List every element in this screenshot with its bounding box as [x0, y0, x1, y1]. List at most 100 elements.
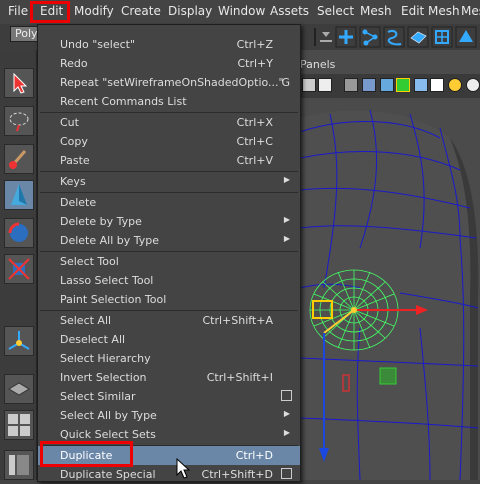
menu-modify[interactable]: Modify [74, 4, 114, 18]
menu-item-label: Delete by Type [60, 215, 142, 228]
viewport-panels-menu[interactable]: Panels [300, 58, 335, 71]
menu-item-shortcut: Ctrl+C [236, 135, 273, 148]
layout-four-icon[interactable] [4, 410, 34, 440]
manipulator-tool[interactable] [4, 326, 34, 356]
menu-item-shortcut: Ctrl+Y [237, 57, 273, 70]
status-line-icons [314, 26, 477, 48]
submenu-arrow-icon: ▶ [283, 428, 290, 437]
smooth-shade-icon[interactable] [380, 78, 394, 92]
submenu-arrow-icon: ▶ [283, 215, 290, 224]
scale-tool[interactable] [4, 254, 34, 284]
menu-item-invert-selection[interactable]: Invert Selection Ctrl+Shift+I [38, 368, 300, 387]
move-tool[interactable] [4, 180, 34, 210]
option-box-icon[interactable] [281, 390, 292, 401]
menu-display[interactable]: Display [168, 4, 212, 18]
menu-item-deselect-all[interactable]: Deselect All [38, 330, 300, 349]
layout-outliner-icon[interactable] [4, 450, 34, 480]
toolbox [0, 50, 37, 480]
paint-select-tool[interactable] [4, 144, 34, 174]
menu-item-select-similar[interactable]: Select Similar [38, 387, 300, 406]
menu-item-keys[interactable]: Keys ▶ [38, 172, 300, 191]
menu-assets[interactable]: Assets [270, 4, 309, 18]
menu-item-shortcut: Ctrl+Shift+A [202, 314, 273, 327]
menu-item-redo[interactable]: Redo Ctrl+Y [38, 54, 300, 73]
menu-item-label: Select All by Type [60, 409, 157, 422]
menu-item-label: Keys [60, 175, 86, 188]
menu-item-select-all[interactable]: Select All Ctrl+Shift+A [38, 311, 300, 330]
menu-bar: File Edit Modify Create Display Window A… [0, 0, 480, 25]
menu-item-cut[interactable]: Cut Ctrl+X [38, 113, 300, 132]
menu-item-label: Paste [60, 154, 90, 167]
menu-item-select-hierarchy[interactable]: Select Hierarchy [38, 349, 300, 368]
wireframe-icon[interactable] [362, 78, 376, 92]
menu-item-label: Paint Selection Tool [60, 293, 167, 306]
lights-icon[interactable] [448, 78, 462, 92]
menu-item-repeat[interactable]: Repeat "setWireframeOnShadedOptio..." G [38, 73, 300, 92]
edit-menu-highlight-box [30, 1, 70, 23]
menu-item-duplicate-special[interactable]: Duplicate Special Ctrl+Shift+D [38, 465, 300, 484]
option-box-icon[interactable] [281, 468, 292, 479]
menu-item-delete[interactable]: Delete [38, 193, 300, 212]
menu-item-label: Select Similar [60, 390, 136, 403]
text-icon[interactable] [318, 78, 332, 92]
menu-item-shortcut: Ctrl+Shift+I [206, 371, 273, 384]
menu-item-label: Repeat "setWireframeOnShadedOptio..." [60, 76, 284, 89]
layout-single-icon[interactable] [4, 374, 34, 404]
menu-item-label: Deselect All [60, 333, 126, 346]
menu-item-label: Recent Commands List [60, 95, 187, 108]
submenu-arrow-icon: ▶ [283, 234, 290, 243]
edit-menu-dropdown: Undo "select" Ctrl+Z Redo Ctrl+Y Repeat "s… [37, 24, 301, 482]
menu-item-lasso-select-tool[interactable]: Lasso Select Tool [38, 271, 300, 290]
image-plane-icon[interactable] [302, 78, 316, 92]
menu-item-shortcut: Ctrl+V [236, 154, 273, 167]
menu-item-label: Delete [60, 196, 97, 209]
menu-item-select-all-by-type[interactable]: Select All by Type ▶ [38, 406, 300, 425]
menu-window[interactable]: Window [218, 4, 265, 18]
menu-mesh-tools[interactable]: Mes [461, 4, 480, 18]
wireframe-on-shaded-icon[interactable] [396, 78, 410, 92]
menu-item-recent-commands[interactable]: Recent Commands List [38, 92, 300, 111]
menu-create[interactable]: Create [121, 4, 161, 18]
select-tool[interactable] [4, 68, 34, 98]
menu-edit-mesh[interactable]: Edit Mesh [401, 4, 460, 18]
lasso-tool[interactable] [4, 106, 34, 136]
mouse-cursor-icon [176, 458, 191, 479]
menu-select[interactable]: Select [317, 4, 354, 18]
menu-item-label: Select Tool [60, 255, 119, 268]
menu-item-label: Redo [60, 57, 88, 70]
menu-item-shortcut: Ctrl+Z [236, 38, 273, 51]
texture-icon[interactable] [430, 78, 444, 92]
menu-mesh[interactable]: Mesh [360, 4, 392, 18]
submenu-arrow-icon: ▶ [283, 175, 290, 184]
menu-file[interactable]: File [8, 4, 28, 18]
shadows-icon[interactable] [466, 78, 480, 92]
submenu-arrow-icon: ▶ [283, 409, 290, 418]
menu-item-label: Quick Select Sets [60, 428, 156, 441]
menu-item-label: Copy [60, 135, 88, 148]
menu-item-label: Duplicate Special [60, 468, 156, 481]
viewport-toolbar [300, 74, 480, 98]
menu-item-undo[interactable]: Undo "select" Ctrl+Z [38, 35, 300, 54]
menu-item-label: Select Hierarchy [60, 352, 151, 365]
menu-item-label: Delete All by Type [60, 234, 160, 247]
xray-icon[interactable] [414, 78, 428, 92]
menu-item-shortcut: G [281, 76, 290, 89]
rotate-tool[interactable] [4, 218, 34, 248]
menu-item-label: Undo "select" [60, 38, 136, 51]
menu-item-select-tool[interactable]: Select Tool [38, 252, 300, 271]
menu-item-paint-selection-tool[interactable]: Paint Selection Tool [38, 290, 300, 309]
menu-item-shortcut: Ctrl+D [235, 449, 273, 462]
head-model[interactable] [300, 98, 480, 480]
menu-item-copy[interactable]: Copy Ctrl+C [38, 132, 300, 151]
menu-item-delete-by-type[interactable]: Delete by Type ▶ [38, 212, 300, 231]
camera-icon[interactable] [344, 78, 358, 92]
status-icon-1 [320, 32, 332, 42]
menu-item-shortcut: Ctrl+Shift+D [201, 468, 273, 481]
duplicate-highlight-box [40, 441, 133, 467]
menu-item-delete-all-by-type[interactable]: Delete All by Type ▶ [38, 231, 300, 250]
menu-item-shortcut: Ctrl+X [236, 116, 273, 129]
menu-item-label: Cut [60, 116, 79, 129]
menu-item-label: Lasso Select Tool [60, 274, 154, 287]
menu-set-dropdown[interactable]: Poly [10, 26, 40, 42]
menu-item-paste[interactable]: Paste Ctrl+V [38, 151, 300, 170]
